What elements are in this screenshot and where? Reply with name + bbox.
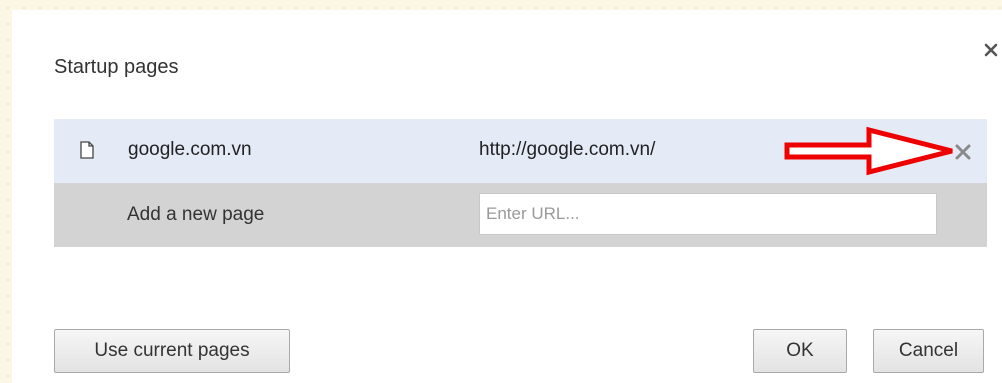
cancel-button[interactable]: Cancel bbox=[873, 329, 984, 373]
add-page-row: Add a new page bbox=[54, 183, 987, 247]
startup-page-url: http://google.com.vn/ bbox=[479, 139, 656, 160]
startup-page-row[interactable]: google.com.vn http://google.com.vn/ bbox=[54, 119, 987, 183]
red-arrow-annotation bbox=[784, 126, 953, 176]
dialog-title: Startup pages bbox=[54, 56, 179, 78]
remove-icon[interactable] bbox=[952, 141, 974, 163]
url-input[interactable] bbox=[479, 193, 937, 235]
close-icon[interactable] bbox=[979, 38, 1002, 62]
add-page-label: Add a new page bbox=[127, 204, 265, 225]
ok-button[interactable]: OK bbox=[753, 329, 847, 373]
startup-pages-dialog: Startup pages google.com.vn http://googl… bbox=[12, 10, 1002, 383]
startup-page-name: google.com.vn bbox=[128, 139, 252, 160]
page-icon bbox=[80, 141, 94, 159]
use-current-pages-button[interactable]: Use current pages bbox=[54, 329, 290, 373]
